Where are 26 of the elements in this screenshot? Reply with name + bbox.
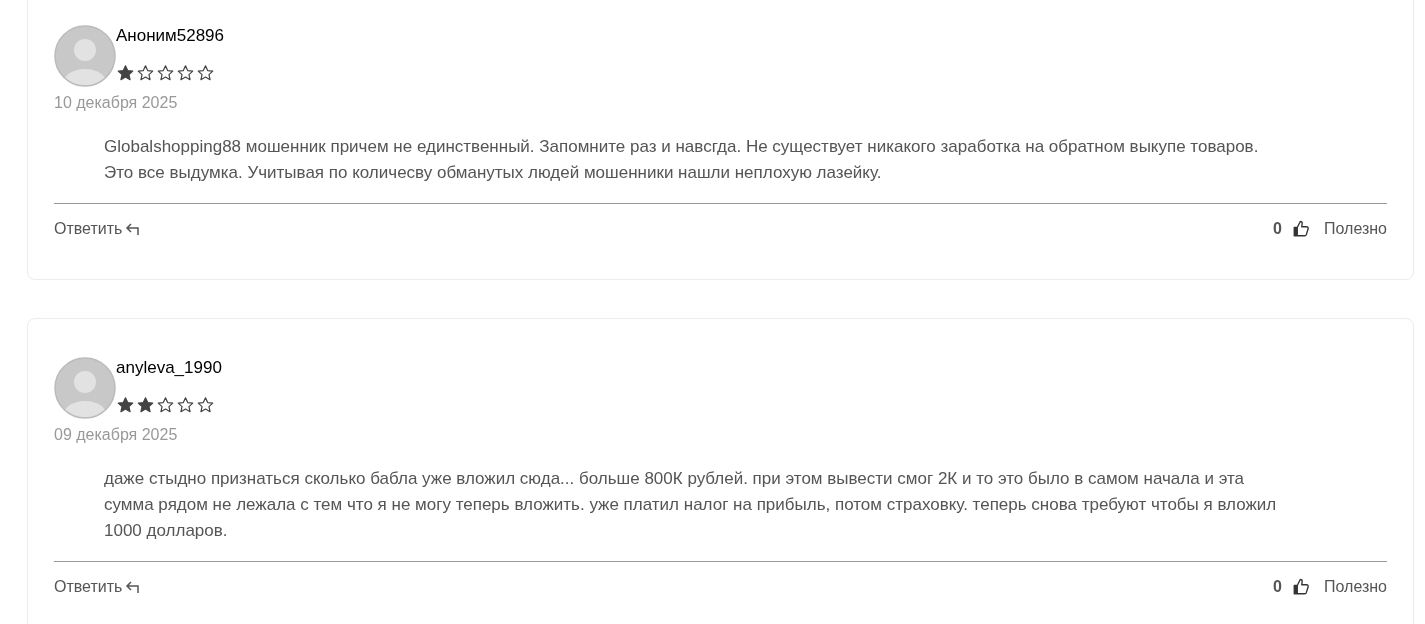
empty-star-icon [136, 64, 155, 82]
author-name: anyleva_1990 [116, 359, 222, 376]
empty-star-icon [176, 396, 195, 414]
review-text: даже стыдно признаться сколько бабла уже вложил сюда... больше 800К рублей. при этом вывести смог 2К и то это было в самом начала и эта сумма рядом не лежала с тем что я не могу теперь вложить. уже платил налог на прибыль, потом страховку. теперь снова требуют чтобы я вложил 1000 долларов. [103, 468, 1278, 542]
reply-link[interactable]: Ответить [54, 217, 143, 241]
like-count: 0 [1273, 219, 1282, 239]
thumbs-up-icon[interactable] [1292, 220, 1310, 238]
like-count: 0 [1273, 577, 1282, 597]
reply-link[interactable]: Ответить [54, 575, 143, 599]
empty-star-icon [176, 64, 195, 82]
review-date: 10 декабря 2025 [54, 95, 179, 111]
empty-star-icon [156, 64, 175, 82]
filled-star-icon [116, 64, 135, 82]
avatar-icon [54, 25, 116, 87]
review-text: Globalshopping88 мошенник причем не единственный. Запомните раз и навсгда. Не существует никакого заработка на обратном выкупе товаров. Это все выдумка. Учитывая по количесву обманутых людей мошенники нашли неплохую лазейку. [103, 136, 1260, 184]
thumbs-up-icon[interactable] [1292, 578, 1310, 596]
empty-star-icon [156, 396, 175, 414]
review-date: 09 декабря 2025 [54, 427, 179, 443]
useful-button[interactable]: Полезно [1324, 217, 1387, 241]
useful-button[interactable]: Полезно [1324, 575, 1387, 599]
filled-star-icon [136, 396, 155, 414]
empty-star-icon [196, 396, 215, 414]
author-name: Аноним52896 [116, 27, 225, 44]
avatar-icon [54, 357, 116, 419]
filled-star-icon [116, 396, 135, 414]
empty-star-icon [196, 64, 215, 82]
